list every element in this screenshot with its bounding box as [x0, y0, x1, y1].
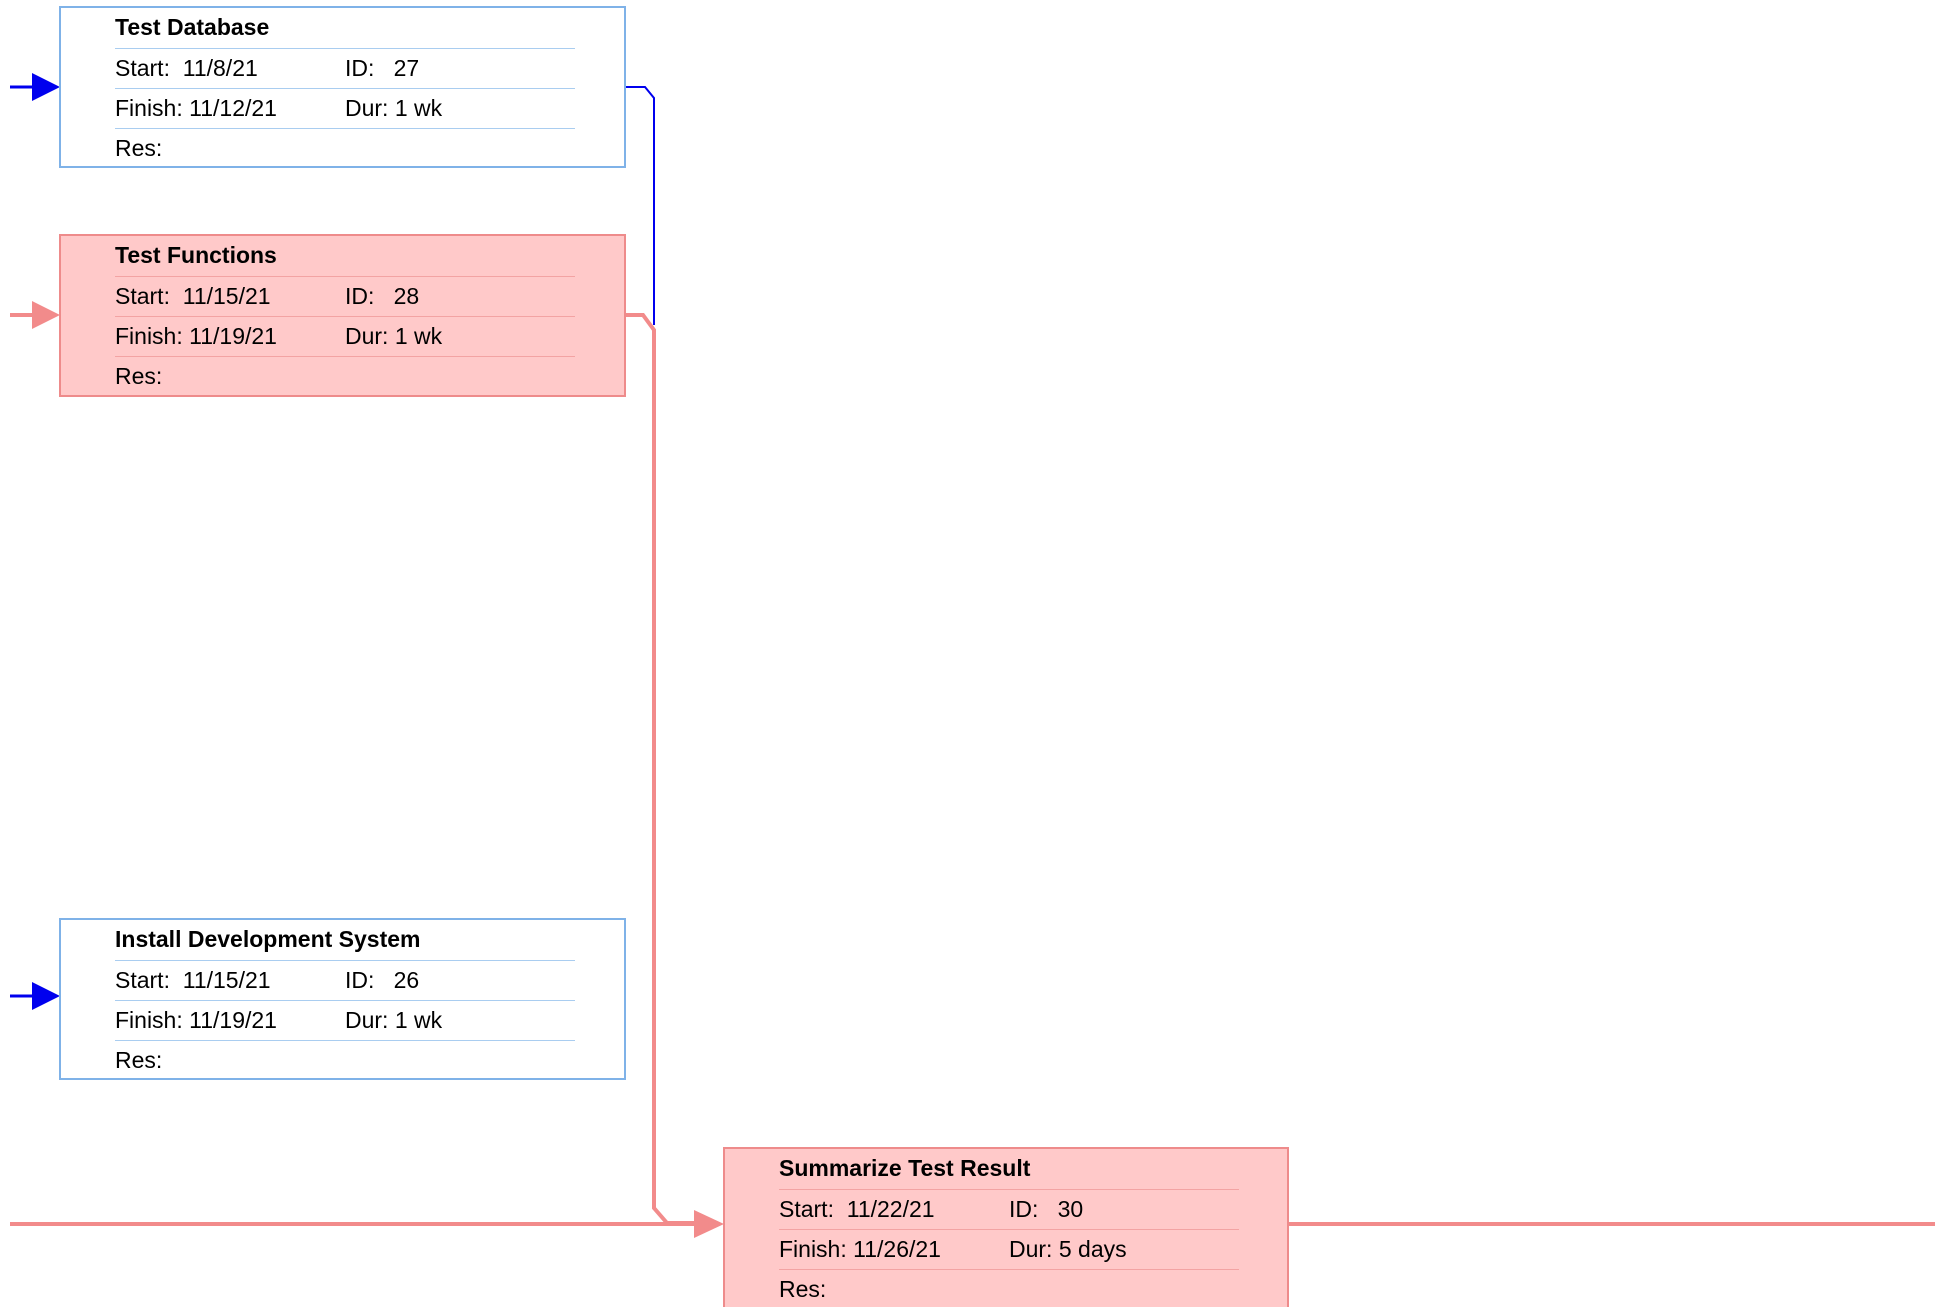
task-name: Install Development System	[115, 926, 421, 952]
task-node-summarize-test-result[interactable]: Summarize Test Result Start: 11/22/21 ID…	[723, 1147, 1289, 1307]
task-id: 30	[1057, 1196, 1084, 1222]
dependency-links	[10, 73, 1935, 1238]
id-field: ID: 30	[1009, 1196, 1084, 1222]
incoming-arrowhead-install-development-system	[32, 982, 60, 1010]
task-id: 26	[393, 967, 420, 993]
duration: 1 wk	[394, 1007, 443, 1033]
task-name: Test Functions	[115, 242, 277, 268]
start-row: Start: 11/8/21 ID: 27	[115, 49, 575, 89]
start-field: Start: 11/15/21	[115, 283, 271, 309]
start-row: Start: 11/22/21 ID: 30	[779, 1190, 1239, 1230]
start-field: Start: 11/22/21	[779, 1196, 935, 1222]
resource-label: Res:	[779, 1276, 827, 1302]
start-date: 11/22/21	[846, 1196, 935, 1222]
duration: 1 wk	[394, 95, 443, 121]
task-name: Summarize Test Result	[779, 1155, 1031, 1181]
incoming-arrowhead-test-functions	[32, 301, 60, 329]
finish-field: Finish: 11/19/21	[115, 323, 277, 349]
finish-field: Finish: 11/12/21	[115, 95, 277, 121]
task-node-test-database[interactable]: Test Database Start: 11/8/21 ID: 27 Fini…	[59, 6, 626, 168]
start-row: Start: 11/15/21 ID: 28	[115, 277, 575, 317]
link-test-database-to-summarize	[625, 86, 655, 325]
task-id: 27	[393, 55, 420, 81]
finish-date: 11/12/21	[189, 95, 277, 121]
duration-field: Dur: 1 wk	[345, 95, 443, 121]
task-node-install-development-system[interactable]: Install Development System Start: 11/15/…	[59, 918, 626, 1080]
resource-label: Res:	[115, 363, 163, 389]
start-field: Start: 11/8/21	[115, 55, 258, 81]
resource-row: Res:	[115, 1041, 575, 1081]
finish-row: Finish: 11/26/21 Dur: 5 days	[779, 1230, 1239, 1270]
finish-field: Finish: 11/19/21	[115, 1007, 277, 1033]
finish-field: Finish: 11/26/21	[779, 1236, 941, 1262]
id-field: ID: 27	[345, 55, 420, 81]
finish-row: Finish: 11/12/21 Dur: 1 wk	[115, 89, 575, 129]
incoming-arrowhead-test-database	[32, 73, 60, 101]
finish-row: Finish: 11/19/21 Dur: 1 wk	[115, 317, 575, 357]
finish-date: 11/19/21	[189, 323, 277, 349]
duration-field: Dur: 5 days	[1009, 1236, 1127, 1262]
resource-label: Res:	[115, 135, 163, 161]
resource-label: Res:	[115, 1047, 163, 1073]
duration: 5 days	[1058, 1236, 1127, 1262]
start-date: 11/15/21	[182, 283, 271, 309]
task-id: 28	[393, 283, 420, 309]
task-node-test-functions[interactable]: Test Functions Start: 11/15/21 ID: 28 Fi…	[59, 234, 626, 397]
task-name: Test Database	[115, 14, 270, 40]
resource-row: Res:	[115, 129, 575, 169]
duration-field: Dur: 1 wk	[345, 323, 443, 349]
duration-field: Dur: 1 wk	[345, 1007, 443, 1033]
resource-row: Res:	[115, 357, 575, 397]
finish-date: 11/19/21	[189, 1007, 277, 1033]
resource-row: Res:	[779, 1270, 1239, 1310]
finish-date: 11/26/21	[853, 1236, 941, 1262]
start-date: 11/8/21	[182, 55, 258, 81]
start-row: Start: 11/15/21 ID: 26	[115, 961, 575, 1001]
start-field: Start: 11/15/21	[115, 967, 271, 993]
duration: 1 wk	[394, 323, 443, 349]
id-field: ID: 26	[345, 967, 420, 993]
start-date: 11/15/21	[182, 967, 271, 993]
finish-row: Finish: 11/19/21 Dur: 1 wk	[115, 1001, 575, 1041]
link-test-functions-to-summarize	[625, 313, 700, 1225]
network-diagram: Test Database Start: 11/8/21 ID: 27 Fini…	[0, 0, 1940, 1307]
incoming-arrowhead-summarize	[694, 1210, 724, 1238]
id-field: ID: 28	[345, 283, 420, 309]
